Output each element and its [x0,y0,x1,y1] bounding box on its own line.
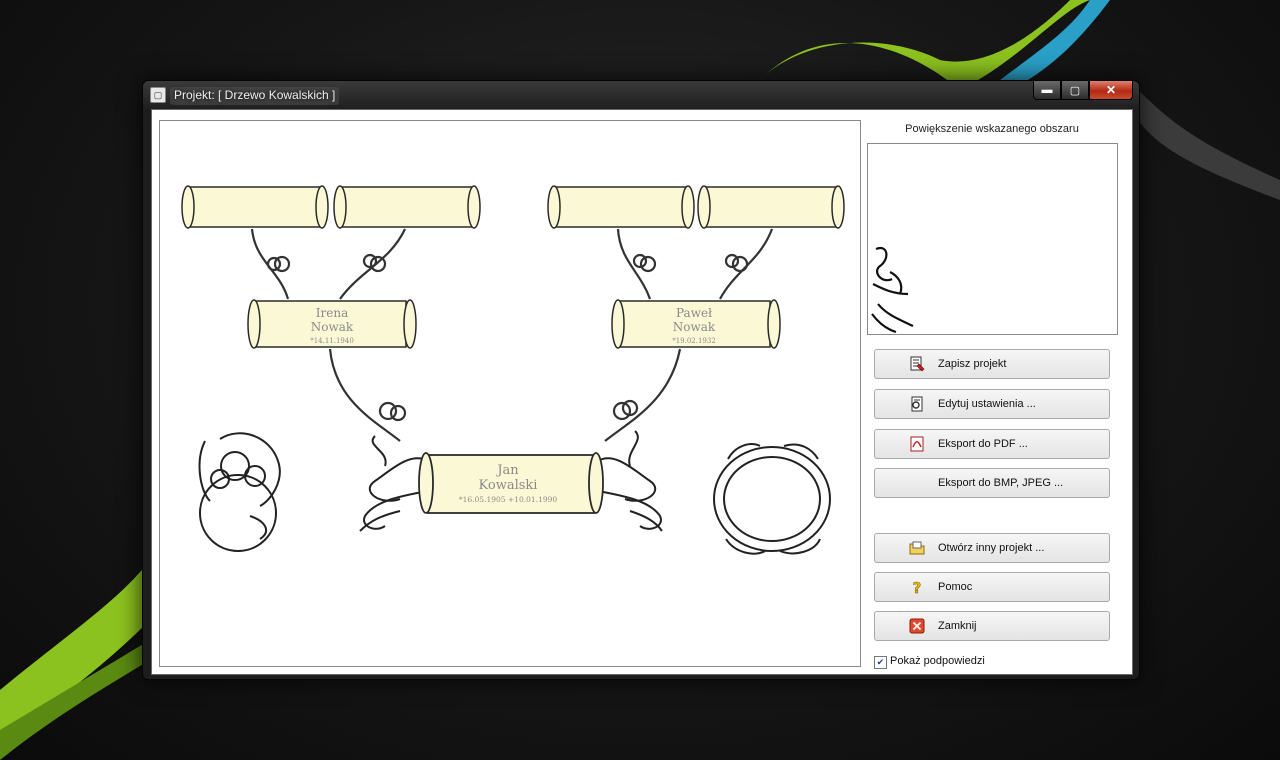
app-icon[interactable]: ▢ [150,87,166,103]
svg-text:?: ? [913,579,922,595]
client-area: Irena Nowak *14.11.1940 Paweł Nowak *19.… [151,109,1133,675]
close-red-icon [909,618,925,634]
subject-scroll[interactable]: Jan Kowalski *16.05.1905 +10.01.1990 [418,452,604,514]
maximize-button[interactable]: ▢ [1061,81,1089,100]
subject-last-name: Kowalski [479,478,538,493]
tree-drawing: Irena Nowak *14.11.1940 Paweł Nowak *19.… [181,185,845,555]
close-app-button[interactable]: Zamknij [874,611,1110,641]
show-hints-label: Pokaż podpowiedzi [890,655,985,667]
close-app-label: Zamknij [938,620,977,632]
minimize-icon: ▬ [1041,84,1053,96]
zoom-preview [867,143,1118,335]
export-pdf-button[interactable]: Eksport do PDF ... [874,429,1110,459]
caption-buttons: ▬ ▢ ✕ [1033,81,1133,101]
title-bar[interactable]: ▢ Projekt: [ Drzewo Kowalskich ] ▬ ▢ ✕ [143,81,1139,109]
grandparent-scroll-4[interactable] [697,185,845,229]
grandparent-scroll-2[interactable] [333,185,481,229]
export-pdf-label: Eksport do PDF ... [938,438,1028,450]
help-button[interactable]: ? Pomoc [874,572,1110,602]
preview-label: Powiększenie wskazanego obszaru [905,123,1079,135]
save-icon [909,356,925,372]
pdf-icon [909,436,925,452]
help-label: Pomoc [938,581,973,593]
export-image-button[interactable]: Eksport do BMP, JPEG ... [874,468,1110,498]
father-last-name: Nowak [673,320,716,334]
close-window-button[interactable]: ✕ [1089,81,1133,100]
export-image-label: Eksport do BMP, JPEG ... [938,477,1064,489]
close-icon: ✕ [1105,83,1117,97]
mother-scroll[interactable]: Irena Nowak *14.11.1940 [247,299,417,349]
grandparent-scroll-1[interactable] [181,185,329,229]
mother-dates: *14.11.1940 [310,337,354,345]
maximize-icon: ▢ [1069,84,1081,97]
mother-last-name: Nowak [311,320,354,334]
preview-drawing [871,246,914,334]
tree-canvas[interactable]: Irena Nowak *14.11.1940 Paweł Nowak *19.… [159,120,861,667]
save-project-button[interactable]: Zapisz projekt [874,349,1110,379]
edit-settings-button[interactable]: Edytuj ustawienia ... [874,389,1110,419]
settings-icon [909,396,925,412]
father-scroll[interactable]: Paweł Nowak *19.02.1932 [611,299,781,349]
help-icon: ? [909,579,925,595]
app-window: ▢ Projekt: [ Drzewo Kowalskich ] ▬ ▢ ✕ I… [142,80,1140,680]
right-ornament-frame [713,443,831,555]
show-hints-checkbox[interactable]: ✔ [874,656,887,669]
edit-settings-label: Edytuj ustawienia ... [938,398,1036,410]
subject-first-name: Jan [495,463,519,478]
father-first-name: Paweł [676,306,712,320]
grandparent-scroll-3[interactable] [547,185,695,229]
open-project-button[interactable]: Otwórz inny projekt ... [874,533,1110,563]
father-dates: *19.02.1932 [672,337,716,345]
open-project-label: Otwórz inny projekt ... [938,542,1045,554]
mother-first-name: Irena [316,306,348,320]
open-folder-icon [909,540,925,556]
subject-dates: *16.05.1905 +10.01.1990 [459,495,558,504]
window-title: Projekt: [ Drzewo Kowalskich ] [170,87,340,105]
save-project-label: Zapisz projekt [938,358,1007,370]
left-ornament-frame [198,432,281,552]
minimize-button[interactable]: ▬ [1033,81,1061,100]
